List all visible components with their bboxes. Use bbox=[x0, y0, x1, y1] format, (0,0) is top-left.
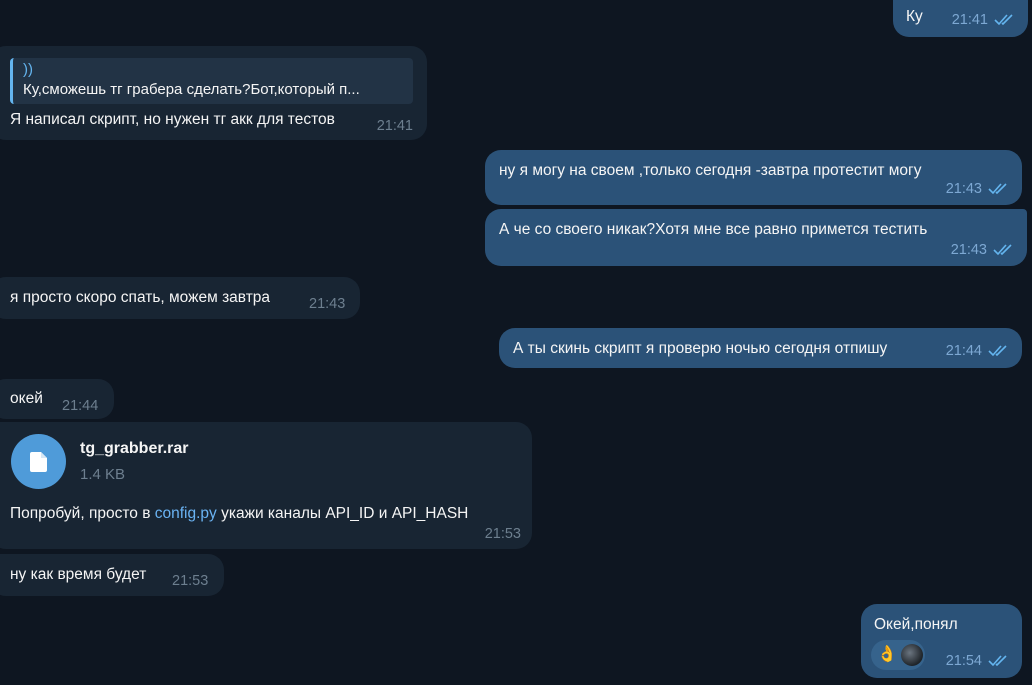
message-meta: 21:43 bbox=[951, 240, 1017, 260]
message-bubble-incoming[interactable]: tg_grabber.rar 1.4 KB Попробуй, просто в… bbox=[0, 422, 532, 549]
message-text: А ты скинь скрипт я проверю ночью сегодн… bbox=[513, 340, 888, 357]
message-text: окей bbox=[10, 390, 43, 407]
caption-link[interactable]: config.py bbox=[155, 505, 217, 522]
message-time: 21:53 bbox=[484, 526, 521, 542]
file-name[interactable]: tg_grabber.rar bbox=[80, 439, 188, 459]
message-time: 21:43 bbox=[309, 296, 346, 312]
reply-text: Ку,сможешь тг грабера сделать?Бот,которы… bbox=[23, 81, 360, 98]
ok-hand-emoji: 👌 bbox=[877, 646, 897, 663]
message-text: Ку bbox=[906, 8, 923, 25]
message-time: 21:41 bbox=[376, 118, 413, 134]
reply-preview[interactable]: )) Ку,сможешь тг грабера сделать?Бот,кот… bbox=[10, 58, 413, 104]
message-time: 21:41 bbox=[951, 12, 988, 28]
message-bubble-outgoing[interactable]: Ку 21:41 bbox=[893, 0, 1028, 37]
message-bubble-outgoing[interactable]: ну я могу на своем ,только сегодня -завт… bbox=[485, 150, 1022, 205]
message-time: 21:43 bbox=[945, 181, 982, 197]
message-time: 21:44 bbox=[62, 398, 99, 414]
message-time: 21:54 bbox=[945, 653, 982, 669]
file-caption: Попробуй, просто в config.py укажи канал… bbox=[10, 504, 468, 524]
message-text: я просто скоро спать, можем завтра bbox=[10, 289, 271, 306]
message-text: Окей,понял bbox=[874, 616, 958, 633]
message-bubble-incoming[interactable]: )) Ку,сможешь тг грабера сделать?Бот,кот… bbox=[0, 46, 427, 140]
message-bubble-incoming[interactable]: окей 21:44 bbox=[0, 379, 114, 419]
avatar bbox=[900, 644, 923, 666]
caption-text: укажи каналы API_ID и API_HASH bbox=[216, 505, 469, 522]
message-bubble-incoming[interactable]: ну как время будет 21:53 bbox=[0, 554, 224, 596]
message-text: Я написал скрипт, но нужен тг акк для те… bbox=[10, 111, 335, 128]
double-check-icon bbox=[988, 655, 1007, 667]
message-text: А че со своего никак?Хотя мне все равно … bbox=[499, 221, 928, 238]
double-check-icon bbox=[993, 244, 1012, 256]
document-icon bbox=[29, 451, 47, 472]
message-bubble-outgoing[interactable]: Окей,понял 👌 21:54 bbox=[861, 604, 1022, 678]
double-check-icon bbox=[988, 183, 1007, 195]
message-bubble-outgoing[interactable]: А ты скинь скрипт я проверю ночью сегодн… bbox=[499, 328, 1022, 368]
message-text: ну я могу на своем ,только сегодня -завт… bbox=[499, 162, 922, 179]
file-size: 1.4 KB bbox=[80, 466, 126, 483]
message-bubble-incoming[interactable]: я просто скоро спать, можем завтра 21:43 bbox=[0, 277, 360, 319]
message-text: ну как время будет bbox=[10, 566, 147, 583]
message-time: 21:43 bbox=[950, 242, 987, 258]
double-check-icon bbox=[988, 345, 1007, 357]
message-time: 21:44 bbox=[945, 343, 982, 359]
file-download-button[interactable] bbox=[11, 434, 66, 489]
message-meta: 21:41 bbox=[952, 10, 1018, 30]
message-meta: 21:43 bbox=[946, 179, 1012, 199]
double-check-icon bbox=[994, 14, 1013, 26]
message-bubble-outgoing[interactable]: А че со своего никак?Хотя мне все равно … bbox=[485, 209, 1027, 266]
message-meta: 21:44 bbox=[946, 341, 1012, 361]
message-meta: 21:54 bbox=[946, 651, 1012, 671]
reply-author: )) bbox=[23, 61, 33, 78]
caption-text: Попробуй, просто в bbox=[10, 505, 155, 522]
reaction-chip[interactable]: 👌 bbox=[871, 640, 925, 670]
message-time: 21:53 bbox=[172, 573, 209, 589]
